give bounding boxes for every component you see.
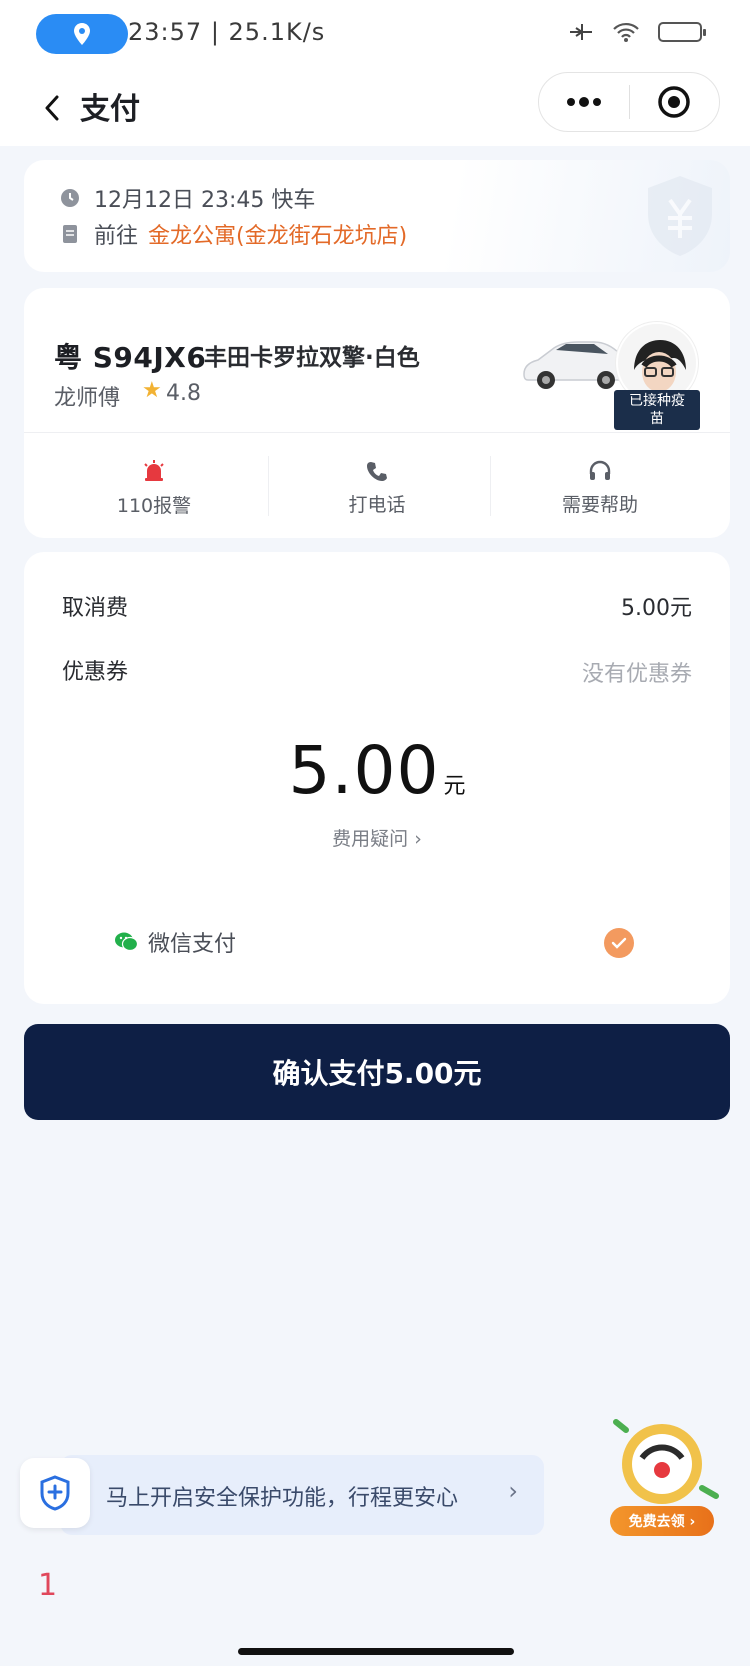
trip-datetime: 12月12日 23:45 快车 bbox=[94, 188, 316, 213]
call-driver-button[interactable]: 打电话 bbox=[267, 438, 487, 538]
total-amount-value: 5.00 bbox=[288, 732, 440, 809]
promo-claim-button[interactable]: 免费去领 › bbox=[610, 1506, 714, 1536]
safety-protection-text: 马上开启安全保护功能，行程更安心 bbox=[106, 1486, 459, 1511]
total-amount-unit: 元 bbox=[443, 774, 466, 799]
document-icon bbox=[63, 225, 77, 243]
clock-icon bbox=[61, 189, 79, 207]
headset-icon bbox=[589, 460, 611, 480]
trip-destination: 金龙公寓(金龙街石龙坑店) bbox=[148, 224, 408, 249]
car-image bbox=[523, 341, 627, 389]
clock-time: 23:57 bbox=[128, 18, 203, 46]
total-amount: 5.00 元 bbox=[24, 732, 730, 809]
back-button[interactable] bbox=[34, 86, 70, 130]
home-indicator[interactable] bbox=[238, 1648, 514, 1655]
promo-widget[interactable]: 免费去领 › bbox=[606, 1408, 726, 1536]
status-time: 23:57 | 25.1K/s bbox=[128, 18, 325, 46]
car-model: 丰田卡罗拉双擎·白色 bbox=[204, 345, 420, 371]
mini-program-capsule bbox=[538, 72, 720, 132]
coupon-value[interactable]: 没有优惠券 bbox=[582, 656, 692, 688]
license-plate: 粤 S94JX6 bbox=[54, 341, 207, 374]
status-sep: | bbox=[210, 18, 229, 46]
phone-icon bbox=[367, 461, 387, 481]
wifi-icon bbox=[613, 22, 639, 42]
shield-plus-icon bbox=[40, 1475, 70, 1511]
driver-name: 龙师傅 bbox=[54, 386, 121, 411]
cancel-fee-label: 取消费 bbox=[62, 596, 129, 621]
trip-destination-prefix: 前往 bbox=[94, 224, 139, 249]
location-indicator bbox=[36, 14, 128, 54]
yuan-shield-icon bbox=[648, 176, 712, 256]
vaccinated-badge-line1: 已接种疫 bbox=[629, 393, 685, 409]
location-icon bbox=[74, 23, 90, 45]
airplane-icon bbox=[570, 24, 592, 40]
wechat-icon bbox=[115, 932, 138, 952]
coupon-label: 优惠券 bbox=[62, 660, 129, 685]
check-icon bbox=[611, 937, 627, 949]
battery-icon bbox=[658, 22, 706, 42]
driver-card-divider bbox=[24, 432, 730, 433]
network-speed: 25.1K/s bbox=[228, 18, 326, 46]
trip-time-row: 12月12日 23:45 快车 bbox=[60, 182, 315, 214]
driver-rating: 4.8 bbox=[166, 381, 201, 406]
page-number: 1 bbox=[38, 1568, 58, 1603]
need-help-button[interactable]: 需要帮助 bbox=[490, 438, 710, 538]
cancel-fee-value: 5.00元 bbox=[621, 596, 692, 621]
safety-protection-banner[interactable]: 马上开启安全保护功能，行程更安心 › bbox=[60, 1455, 544, 1535]
vaccinated-badge-line2: 苗 bbox=[650, 411, 664, 427]
more-button[interactable] bbox=[539, 73, 629, 131]
nav-bar: 支付 bbox=[0, 70, 750, 146]
back-icon bbox=[45, 95, 59, 121]
page-title: 支付 bbox=[80, 92, 140, 127]
more-icon bbox=[566, 97, 601, 107]
trip-info-card: 12月12日 23:45 快车 前往 金龙公寓(金龙街石龙坑店) bbox=[24, 160, 730, 272]
status-icons bbox=[568, 20, 706, 44]
status-bar: 23:57 | 25.1K/s bbox=[0, 0, 750, 70]
trip-destination-row: 前往 金龙公寓(金龙街石龙坑店) bbox=[60, 218, 407, 250]
alarm-icon bbox=[144, 459, 164, 481]
need-help-label: 需要帮助 bbox=[561, 493, 638, 516]
safety-chevron-icon: › bbox=[508, 1477, 518, 1505]
wechat-pay-selected[interactable] bbox=[604, 928, 634, 958]
safety-shield-button[interactable] bbox=[20, 1458, 90, 1528]
call-driver-label: 打电话 bbox=[348, 493, 406, 516]
police-110-button[interactable]: 110报警 bbox=[44, 438, 264, 538]
wechat-pay-option[interactable]: 微信支付 bbox=[114, 926, 236, 958]
police-110-label: 110报警 bbox=[116, 494, 192, 517]
wechat-pay-label: 微信支付 bbox=[148, 932, 237, 957]
confirm-payment-button[interactable]: 确认支付5.00元 bbox=[24, 1024, 730, 1120]
star-icon: ★ bbox=[142, 378, 162, 403]
promo-mascot-icon bbox=[613, 1419, 719, 1504]
payment-card: 取消费 5.00元 优惠券 没有优惠券 5.00 元 费用疑问 › 微信支付 bbox=[24, 552, 730, 1004]
close-mini-program-button[interactable] bbox=[630, 73, 720, 131]
fee-question-link[interactable]: 费用疑问 › bbox=[24, 824, 730, 851]
vaccinated-badge: 已接种疫 苗 bbox=[614, 390, 700, 430]
target-icon bbox=[658, 86, 690, 118]
driver-card: 粤 S94JX6 丰田卡罗拉双擎·白色 龙师傅 ★ 4.8 已接种疫 苗 110… bbox=[24, 288, 730, 538]
